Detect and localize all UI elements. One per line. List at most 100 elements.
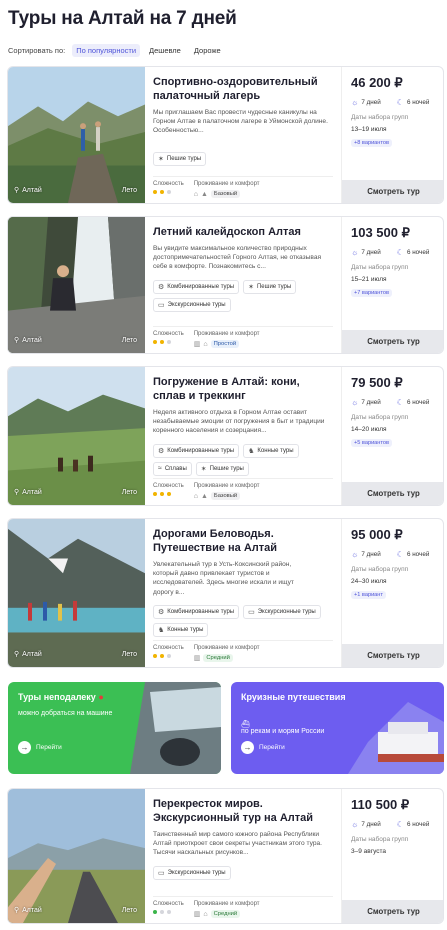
tour-description: Неделя активного отдыха в Горном Алтае о… bbox=[153, 409, 325, 435]
view-tour-button[interactable]: Смотреть тур bbox=[342, 330, 443, 353]
dates-label: Даты набора групп bbox=[351, 114, 409, 121]
tour-card[interactable]: ⚲ Алтай Лето Дорогами Беловодья. Путешест… bbox=[7, 518, 444, 668]
season-label: Лето bbox=[121, 489, 137, 496]
tour-meta: Сложность Проживание и комфорт ▥ ⌂ Средний bbox=[153, 896, 333, 918]
nights: ☾ 6 ночей bbox=[396, 248, 430, 257]
building-icon: ▥ bbox=[193, 655, 201, 662]
location-label: ⚲ Алтай bbox=[14, 336, 42, 345]
ship-image bbox=[348, 702, 444, 774]
house-icon: ⌂ bbox=[203, 340, 208, 348]
ship-icon: ⛴ bbox=[241, 721, 250, 728]
variants-badge[interactable]: +5 вариантов bbox=[351, 439, 392, 447]
location-label: ⚲ Алтай bbox=[14, 488, 42, 497]
sun-icon: ☼ bbox=[351, 820, 359, 829]
variants-badge[interactable]: +7 вариантов bbox=[351, 289, 392, 297]
tour-description: Таинственный мир самого южного района Ре… bbox=[153, 831, 322, 857]
tour-meta: Сложность Проживание и комфорт ▥ Средний bbox=[153, 640, 333, 662]
view-tour-button[interactable]: Смотреть тур bbox=[342, 900, 443, 923]
tour-description: Мы приглашаем Вас провести чудесные кани… bbox=[153, 109, 328, 135]
dates-label: Даты набора групп bbox=[351, 264, 409, 271]
location-pin-icon: ⚲ bbox=[14, 907, 20, 914]
tour-price: 79 500 ₽ bbox=[351, 375, 403, 390]
location-pin-icon: ⚲ bbox=[14, 187, 20, 194]
tag-combined: ⚙ Комбинированные туры bbox=[153, 279, 240, 294]
hiking-icon: ✶ bbox=[158, 155, 164, 163]
difficulty-dots bbox=[153, 654, 184, 658]
moon-icon: ☾ bbox=[396, 98, 404, 107]
house-icon: ⌂ bbox=[193, 190, 198, 198]
nights: ☾ 6 ночей bbox=[396, 398, 430, 407]
location-pin-icon: ⚲ bbox=[14, 651, 20, 658]
hiking-icon: ✶ bbox=[200, 465, 207, 473]
page-title: Туры на Алтай на 7 дней bbox=[8, 8, 237, 29]
season-label: Лето bbox=[121, 907, 137, 914]
banner-go-button[interactable]: → Перейти bbox=[241, 741, 285, 754]
tour-price: 95 000 ₽ bbox=[351, 527, 403, 542]
tour-image[interactable]: ⚲ Алтай Лето bbox=[8, 217, 145, 353]
tour-card[interactable]: ⚲ Алтай Лето Летний калейдоскоп Алтая Вы … bbox=[7, 216, 444, 354]
nights: ☾ 6 ночей bbox=[396, 820, 430, 829]
pin-icon: ● bbox=[98, 692, 104, 702]
tour-title[interactable]: Дорогами Беловодья. Путешествие на Алтай bbox=[153, 527, 328, 555]
location-label: ⚲ Алтай bbox=[14, 906, 42, 915]
tour-card[interactable]: ⚲ Алтай Лето Спортивно-оздоровительный па… bbox=[7, 66, 444, 204]
tag-horse: ♞ Конные туры bbox=[243, 443, 299, 458]
comfort-badge: Средний bbox=[203, 654, 233, 662]
combined-icon: ⚙ bbox=[158, 447, 165, 455]
season-label: Лето bbox=[121, 187, 137, 194]
combined-icon: ⚙ bbox=[158, 608, 165, 616]
tour-card[interactable]: ⚲ Алтай Лето Перекресток миров. Экскурсио… bbox=[7, 788, 444, 924]
tag-rafting: ≈ Сплавы bbox=[153, 461, 192, 476]
banner-go-button[interactable]: → Перейти bbox=[18, 741, 62, 754]
view-tour-button[interactable]: Смотреть тур bbox=[342, 482, 443, 505]
tour-dates: 13–19 июля bbox=[351, 126, 387, 133]
tent-icon: ▲ bbox=[200, 492, 208, 500]
moon-icon: ☾ bbox=[396, 398, 404, 407]
location-pin-icon: ⚲ bbox=[14, 337, 20, 344]
tour-title[interactable]: Летний калейдоскоп Алтая bbox=[153, 225, 328, 239]
banner-nearby-tours[interactable]: Туры неподалеку ● можно добраться на маш… bbox=[8, 682, 221, 774]
tour-title[interactable]: Спортивно-оздоровительный палаточный лаг… bbox=[153, 75, 328, 103]
horse-icon: ♞ bbox=[158, 626, 165, 634]
dates-label: Даты набора групп bbox=[351, 836, 409, 843]
variants-badge[interactable]: +1 вариант bbox=[351, 591, 386, 599]
tag-combined: ⚙ Комбинированные туры bbox=[153, 604, 240, 619]
nights: ☾ 6 ночей bbox=[396, 550, 430, 559]
days: ☼ 7 дней bbox=[351, 550, 381, 559]
tour-card[interactable]: ⚲ Алтай Лето Погружение в Алтай: кони, сп… bbox=[7, 366, 444, 506]
sort-cheaper[interactable]: Дешевле bbox=[145, 44, 185, 57]
arrow-right-icon: → bbox=[18, 741, 31, 754]
tour-image[interactable]: ⚲ Алтай Лето bbox=[8, 789, 145, 923]
days: ☼ 7 дней bbox=[351, 820, 381, 829]
tag-horse: ♞ Конные туры bbox=[153, 622, 209, 637]
tag-excursion: ▭ Экскурсионные туры bbox=[153, 297, 231, 312]
tour-title[interactable]: Погружение в Алтай: кони, сплав и трекки… bbox=[153, 375, 328, 403]
sun-icon: ☼ bbox=[351, 398, 359, 407]
tour-image[interactable]: ⚲ Алтай Лето bbox=[8, 519, 145, 667]
days: ☼ 7 дней bbox=[351, 398, 381, 407]
difficulty-dots bbox=[153, 190, 184, 194]
tag-excursion: ▭ Экскурсионные туры bbox=[243, 604, 321, 619]
tour-price: 103 500 ₽ bbox=[351, 225, 410, 240]
house-icon: ⌂ bbox=[193, 492, 198, 500]
sort-bar: Сортировать по: По популярности Дешевле … bbox=[8, 44, 225, 57]
variants-badge[interactable]: +8 вариантов bbox=[351, 139, 392, 147]
tour-image[interactable]: ⚲ Алтай Лето bbox=[8, 367, 145, 505]
horse-icon: ♞ bbox=[248, 447, 255, 455]
sort-label: Сортировать по: bbox=[8, 46, 66, 55]
tag-hiking: ✶ Пешие туры bbox=[243, 279, 297, 294]
view-tour-button[interactable]: Смотреть тур bbox=[342, 180, 443, 203]
location-pin-icon: ⚲ bbox=[14, 489, 20, 496]
tour-title[interactable]: Перекресток миров. Экскурсионный тур на … bbox=[153, 797, 328, 825]
bus-icon: ▭ bbox=[158, 301, 165, 309]
banner-cruises[interactable]: Круизные путешествия ⛴ по рекам и морям Р… bbox=[231, 682, 444, 774]
house-icon: ⌂ bbox=[203, 910, 208, 918]
tour-image[interactable]: ⚲ Алтай Лето bbox=[8, 67, 145, 203]
hiking-icon: ✶ bbox=[248, 283, 254, 291]
sun-icon: ☼ bbox=[351, 248, 359, 257]
view-tour-button[interactable]: Смотреть тур bbox=[342, 644, 443, 667]
tour-meta: Сложность Проживание и комфорт ⌂ ▲ Базовый bbox=[153, 478, 333, 500]
bus-icon: ▭ bbox=[248, 608, 255, 616]
sort-expensive[interactable]: Дороже bbox=[190, 44, 225, 57]
sort-popularity[interactable]: По популярности bbox=[72, 44, 141, 57]
